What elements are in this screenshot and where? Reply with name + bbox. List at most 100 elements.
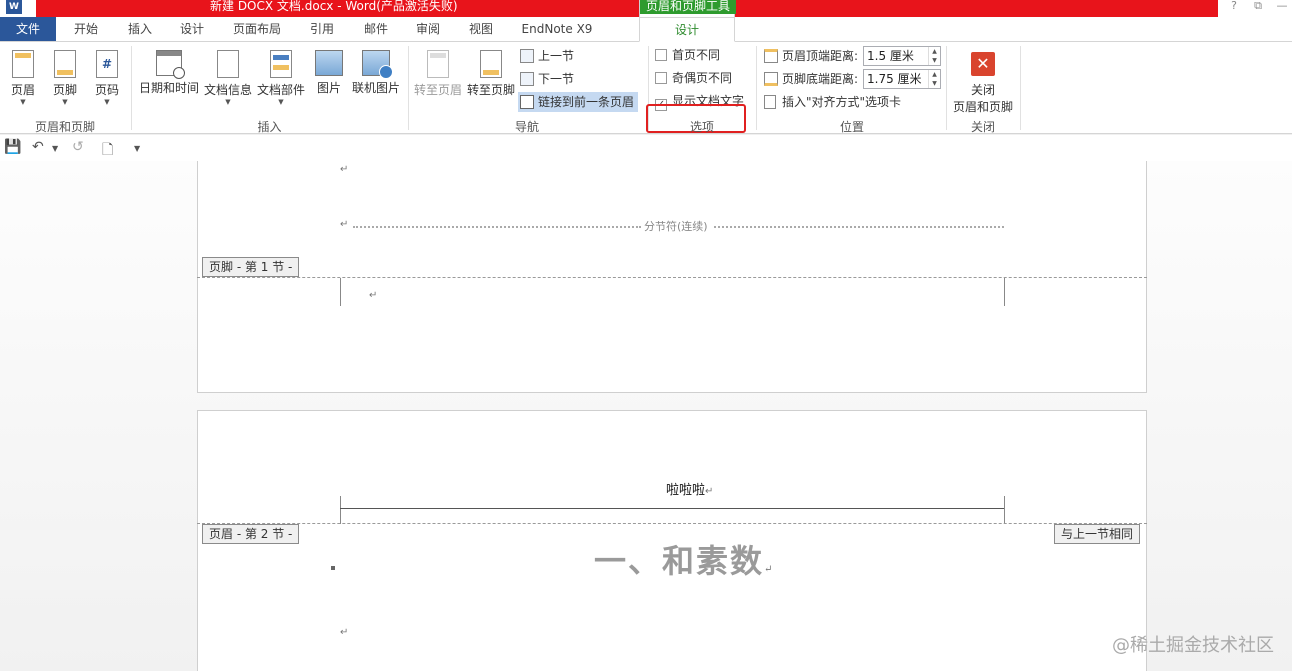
ribbon: 页眉 ▼ 页脚 ▼ # 页码 ▼ 页眉和页脚 日期和时间 文档信息 ▼ 文档部件… <box>0 42 1292 134</box>
prev-section-icon <box>520 49 534 63</box>
same-as-previous-tag: 与上一节相同 <box>1054 524 1141 544</box>
dropdown-arrow-icon: ▼ <box>62 98 68 106</box>
header-button[interactable]: 页眉 ▼ <box>6 50 40 106</box>
tab-mailings[interactable]: 邮件 <box>352 17 400 41</box>
picture-icon <box>315 50 343 76</box>
tab-view[interactable]: 视图 <box>457 17 505 41</box>
footer-button[interactable]: 页脚 ▼ <box>48 50 82 106</box>
footer-bottom-distance-label: 页脚底端距离: <box>764 69 858 89</box>
margin-corner-mark <box>340 278 341 306</box>
online-picture-button[interactable]: 联机图片 <box>350 50 402 96</box>
picture-button[interactable]: 图片 <box>312 50 346 96</box>
goto-footer-icon <box>480 50 502 78</box>
section-break-line <box>353 226 641 228</box>
group-label-insert: 插入 <box>257 120 282 134</box>
group-separator <box>408 46 409 130</box>
tab-review[interactable]: 审阅 <box>404 17 452 41</box>
ribbon-tabs: 文件 开始 插入 设计 页面布局 引用 邮件 审阅 视图 EndNote X9 … <box>0 17 1292 42</box>
close-header-footer-button[interactable]: ✕ 关闭 页眉和页脚 <box>950 52 1016 115</box>
header-bottom-border <box>340 508 1004 509</box>
header-top-distance-label: 页眉顶端距离: <box>764 46 858 66</box>
document-heading[interactable]: 一、和素数↵ <box>594 536 774 582</box>
group-separator <box>131 46 132 130</box>
minimize-button[interactable]: — <box>1274 0 1290 14</box>
tab-page-layout[interactable]: 页面布局 <box>224 17 290 41</box>
date-time-button[interactable]: 日期和时间 <box>137 50 201 96</box>
footer-bottom-distance-input[interactable]: 1.75 厘米 ▲ ▼ <box>863 69 941 89</box>
tab-file[interactable]: 文件 <box>0 17 56 41</box>
new-document-icon[interactable]: 🗋 <box>102 139 113 163</box>
dropdown-arrow-icon: ▼ <box>278 98 284 106</box>
checkbox-icon <box>655 72 667 84</box>
paragraph-bullet-mark <box>331 566 335 570</box>
undo-dropdown-icon[interactable]: ▼ <box>52 144 58 153</box>
page-number-icon: # <box>96 50 118 78</box>
spinner-arrows-icon[interactable]: ▲ ▼ <box>928 47 940 65</box>
margin-corner-mark <box>1004 496 1005 524</box>
group-label-navigation: 导航 <box>514 120 539 134</box>
quick-access-toolbar: 💾 ↶ ▼ ↺ 🗋 ▼ <box>0 135 1292 161</box>
doc-info-icon <box>217 50 239 78</box>
online-picture-icon <box>362 50 393 79</box>
dropdown-arrow-icon: ▼ <box>20 98 26 106</box>
group-label-position: 位置 <box>839 120 864 134</box>
dropdown-arrow-icon: ▼ <box>225 98 231 106</box>
doc-parts-button[interactable]: 文档部件 ▼ <box>256 50 306 106</box>
tab-references[interactable]: 引用 <box>298 17 346 41</box>
paragraph-mark: ↵ <box>340 219 349 230</box>
window-title: 新建 DOCX 文档.docx - Word(产品激活失败) <box>210 0 458 13</box>
tab-design[interactable]: 设计 <box>168 17 216 41</box>
different-first-page-checkbox[interactable]: 首页不同 <box>655 45 720 65</box>
margin-corner-mark <box>1004 278 1005 306</box>
margin-corner-mark <box>340 496 341 524</box>
header-text[interactable]: 啦啦啦↵ <box>666 479 713 498</box>
group-label-close: 关闭 <box>970 120 995 134</box>
restore-button[interactable]: ⧉ <box>1250 0 1266 14</box>
insert-alignment-tab-button[interactable]: 插入"对齐方式"选项卡 <box>764 92 901 112</box>
tab-insert[interactable]: 插入 <box>116 17 164 41</box>
footer-distance-icon <box>764 72 778 86</box>
group-separator <box>946 46 947 130</box>
link-icon <box>520 95 534 109</box>
link-previous-button[interactable]: 链接到前一条页眉 <box>518 92 639 112</box>
watermark: @稀土掘金技术社区 <box>1112 635 1274 656</box>
different-odd-even-checkbox[interactable]: 奇偶页不同 <box>655 68 732 88</box>
tab-header-footer-design[interactable]: 设计 <box>639 17 735 42</box>
tab-home[interactable]: 开始 <box>62 17 110 41</box>
paragraph-mark[interactable]: ↵ <box>340 627 348 638</box>
section-break-line <box>714 226 1004 228</box>
spinner-arrows-icon[interactable]: ▲ ▼ <box>928 70 940 88</box>
undo-icon[interactable]: ↶ <box>32 139 44 155</box>
page-number-button[interactable]: # 页码 ▼ <box>90 50 124 106</box>
alignment-tab-icon <box>764 95 776 109</box>
goto-header-icon <box>427 50 449 78</box>
header-icon <box>12 50 34 78</box>
close-icon: ✕ <box>971 52 995 76</box>
checkbox-icon <box>655 49 667 61</box>
footer-icon <box>54 50 76 78</box>
word-app-icon[interactable]: W <box>6 0 22 14</box>
help-button[interactable]: ? <box>1226 0 1242 14</box>
next-section-icon <box>520 72 534 86</box>
group-label-options: 选项 <box>689 120 714 134</box>
group-separator <box>1020 46 1021 130</box>
customize-toolbar-icon[interactable]: ▼ <box>134 144 140 153</box>
next-section-button[interactable]: 下一节 <box>520 69 574 89</box>
tab-endnote[interactable]: EndNote X9 <box>512 17 602 41</box>
section-break-label: 分节符(连续) <box>643 218 709 234</box>
paragraph-mark[interactable]: ↵ <box>369 290 377 301</box>
context-tools-label: 页眉和页脚工具 <box>640 0 736 14</box>
header-section-2-tag: 页眉 - 第 2 节 - <box>202 524 300 544</box>
header-boundary-line <box>197 523 1147 524</box>
redo-icon[interactable]: ↺ <box>72 139 84 155</box>
doc-parts-icon <box>270 50 292 78</box>
title-bar: W 新建 DOCX 文档.docx - Word(产品激活失败) 页眉和页脚工具… <box>0 0 1292 17</box>
goto-header-button[interactable]: 转至页眉 <box>412 50 464 98</box>
doc-info-button[interactable]: 文档信息 ▼ <box>203 50 253 106</box>
header-top-distance-input[interactable]: 1.5 厘米 ▲ ▼ <box>863 46 941 66</box>
header-distance-icon <box>764 49 778 63</box>
footer-section-1-tag: 页脚 - 第 1 节 - <box>202 257 300 277</box>
save-icon[interactable]: 💾 <box>4 139 21 155</box>
goto-footer-button[interactable]: 转至页脚 <box>465 50 517 98</box>
prev-section-button[interactable]: 上一节 <box>520 46 574 66</box>
